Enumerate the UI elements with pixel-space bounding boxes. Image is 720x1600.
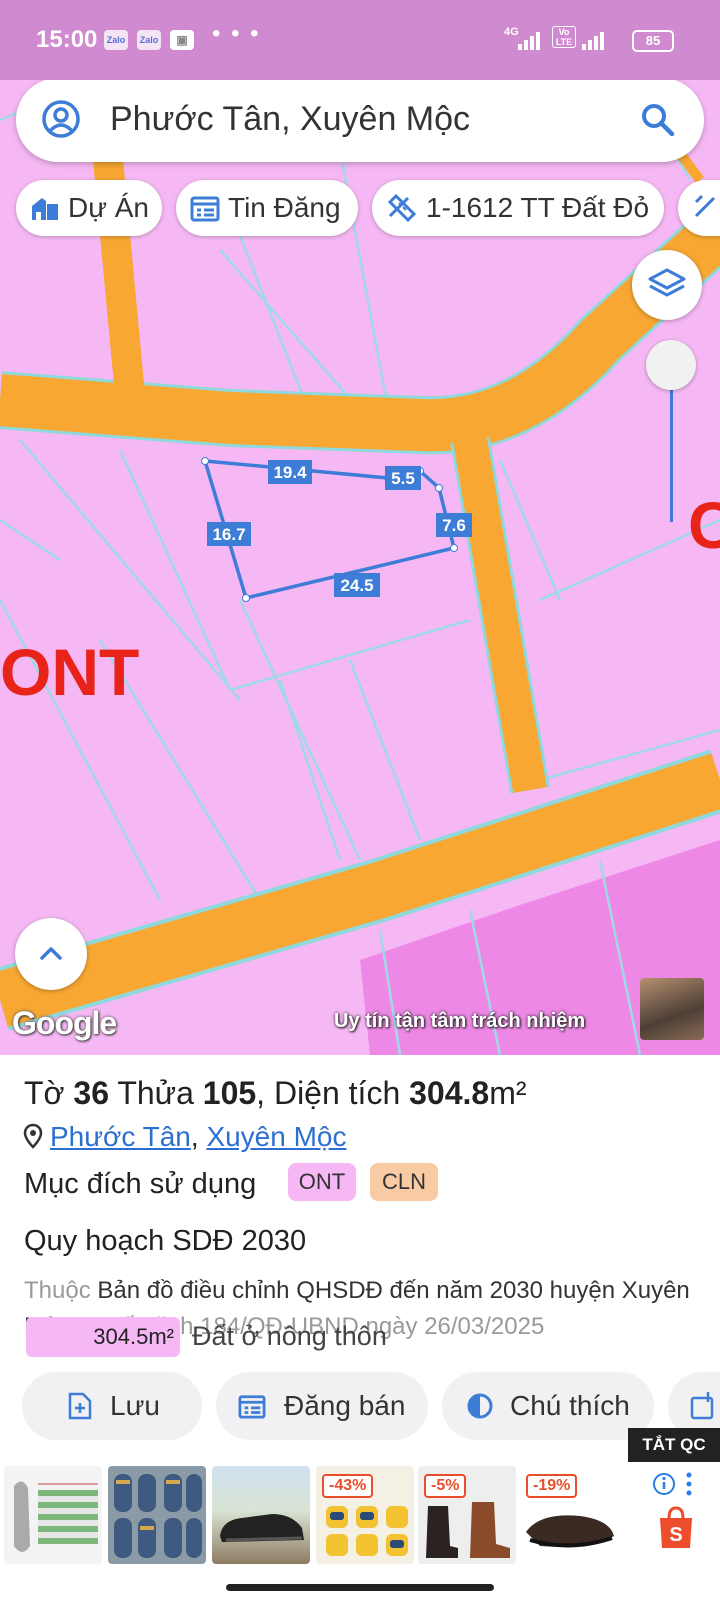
chevron-up-icon	[40, 947, 62, 960]
google-logo: Google	[12, 1005, 117, 1041]
search-bar[interactable]: Phước Tân, Xuyên Mộc	[16, 78, 704, 162]
building-icon	[32, 198, 58, 220]
slogan-text: Uy tín tận tâm trách nhiệm	[334, 1010, 586, 1032]
signal-icon	[516, 30, 546, 50]
lot-edge-label: 5.5	[391, 469, 415, 488]
ruler-icon	[387, 194, 416, 222]
calendar-list-icon	[190, 196, 220, 222]
more-notifications-icon: • • •	[212, 20, 261, 47]
parcel-location: Phước Tân, Xuyên Mộc	[22, 1121, 347, 1153]
location-pin-icon	[23, 1123, 43, 1149]
save-button[interactable]: Lưu	[22, 1372, 202, 1440]
zalo-notification-icon: Zalo	[104, 30, 128, 50]
status-time: 15:00	[36, 26, 98, 53]
ad-product-boots[interactable]: -5%	[418, 1466, 516, 1564]
chip-label: 1-1612 TT Đất Đỏ	[426, 192, 650, 223]
close-ad-button[interactable]: TẮT QC	[628, 1428, 720, 1462]
ad-product-size-chart[interactable]	[4, 1466, 102, 1564]
opacity-slider-handle[interactable]	[646, 340, 696, 390]
ad-banner[interactable]: -43% -5% -19% S	[0, 1460, 720, 1570]
chip-label: Tin Đăng	[228, 192, 341, 223]
add-photo-icon	[690, 1392, 714, 1420]
expand-panel-button[interactable]	[15, 918, 87, 990]
purpose-label: Mục đích sử dụng	[24, 1168, 257, 1200]
zone-name: Đất ở nông thôn	[192, 1321, 387, 1351]
search-query-text[interactable]: Phước Tân, Xuyên Mộc	[110, 100, 470, 139]
zone-label-ont: ONT	[0, 635, 139, 709]
zone-label-partial: C	[688, 488, 720, 562]
filter-chips: Dự Án Tin Đăng 1-1612 TT Đất Đỏ	[16, 180, 720, 236]
chip-more[interactable]	[678, 180, 720, 236]
layers-icon	[648, 268, 686, 297]
ad-menu-icon[interactable]	[684, 1471, 694, 1497]
legend-button[interactable]: Chú thích	[442, 1372, 654, 1440]
purpose-tag-cln[interactable]: CLN	[370, 1163, 438, 1201]
save-label: Lưu	[110, 1390, 160, 1421]
signal-icon-2	[580, 30, 610, 50]
ad-product-slippers[interactable]: -43%	[316, 1466, 414, 1564]
home-indicator[interactable]	[226, 1584, 494, 1591]
agent-avatar-image[interactable]	[640, 978, 704, 1040]
plan-title: Quy hoạch SDĐ 2030	[24, 1225, 307, 1257]
post-sale-label: Đăng bán	[284, 1390, 406, 1421]
ruler-icon	[694, 194, 716, 218]
sandals-image	[114, 1474, 202, 1558]
search-icon[interactable]	[640, 102, 676, 138]
shopee-logo-icon: S	[660, 1506, 692, 1548]
chip-tin-dang[interactable]: Tin Đăng	[176, 180, 358, 236]
purpose-tag-ont[interactable]: ONT	[288, 1163, 356, 1201]
chip-ruler[interactable]: 1-1612 TT Đất Đỏ	[372, 180, 664, 236]
zalo-notification-icon: Zalo	[137, 30, 161, 50]
svg-text:S: S	[669, 1524, 682, 1546]
ward-link[interactable]: Phước Tân	[50, 1121, 191, 1152]
layers-button[interactable]	[632, 250, 702, 320]
gallery-notification-icon: ▣	[170, 30, 194, 50]
chip-du-an[interactable]: Dự Án	[16, 180, 162, 236]
legend-label: Chú thích	[510, 1390, 630, 1421]
district-link[interactable]: Xuyên Mộc	[206, 1121, 346, 1152]
parcel-title: Tờ 36 Thửa 105, Diện tích 304.8m²	[24, 1075, 527, 1111]
ad-product-shoes[interactable]	[212, 1466, 310, 1564]
discount-badge: -5%	[424, 1474, 467, 1498]
lot-edge-label: 19.4	[273, 463, 307, 482]
contrast-icon	[467, 1393, 493, 1419]
ad-info-icon[interactable]	[652, 1472, 676, 1496]
account-circle-icon[interactable]	[40, 98, 82, 140]
discount-badge: -43%	[322, 1474, 374, 1498]
status-bar: 15:00 Zalo Zalo ▣ • • • 4G Vo LTE 85	[0, 0, 720, 80]
size-chart-image	[14, 1481, 98, 1552]
battery-icon: 85	[632, 30, 674, 52]
ad-product-sandals[interactable]	[108, 1466, 206, 1564]
zone-area-badge: 304.5m²	[26, 1317, 180, 1357]
chip-label: Dự Án	[68, 192, 149, 223]
ad-product-loafers[interactable]: -19%	[520, 1466, 618, 1564]
parcel-info-panel: Tờ 36 Thửa 105, Diện tích 304.8m² Phước …	[0, 1055, 720, 1455]
shoes-image	[220, 1514, 304, 1542]
add-file-icon	[68, 1392, 92, 1420]
lot-edge-label: 7.6	[442, 516, 466, 535]
calendar-list-icon	[238, 1395, 266, 1419]
lot-edge-label: 16.7	[212, 525, 245, 544]
discount-badge: -19%	[526, 1474, 578, 1498]
action-buttons: Lưu Đăng bán Chú thích	[0, 1372, 720, 1442]
lot-edge-label: 24.5	[340, 576, 373, 595]
post-sale-button[interactable]: Đăng bán	[216, 1372, 428, 1440]
volte-label: Vo LTE	[552, 26, 576, 48]
